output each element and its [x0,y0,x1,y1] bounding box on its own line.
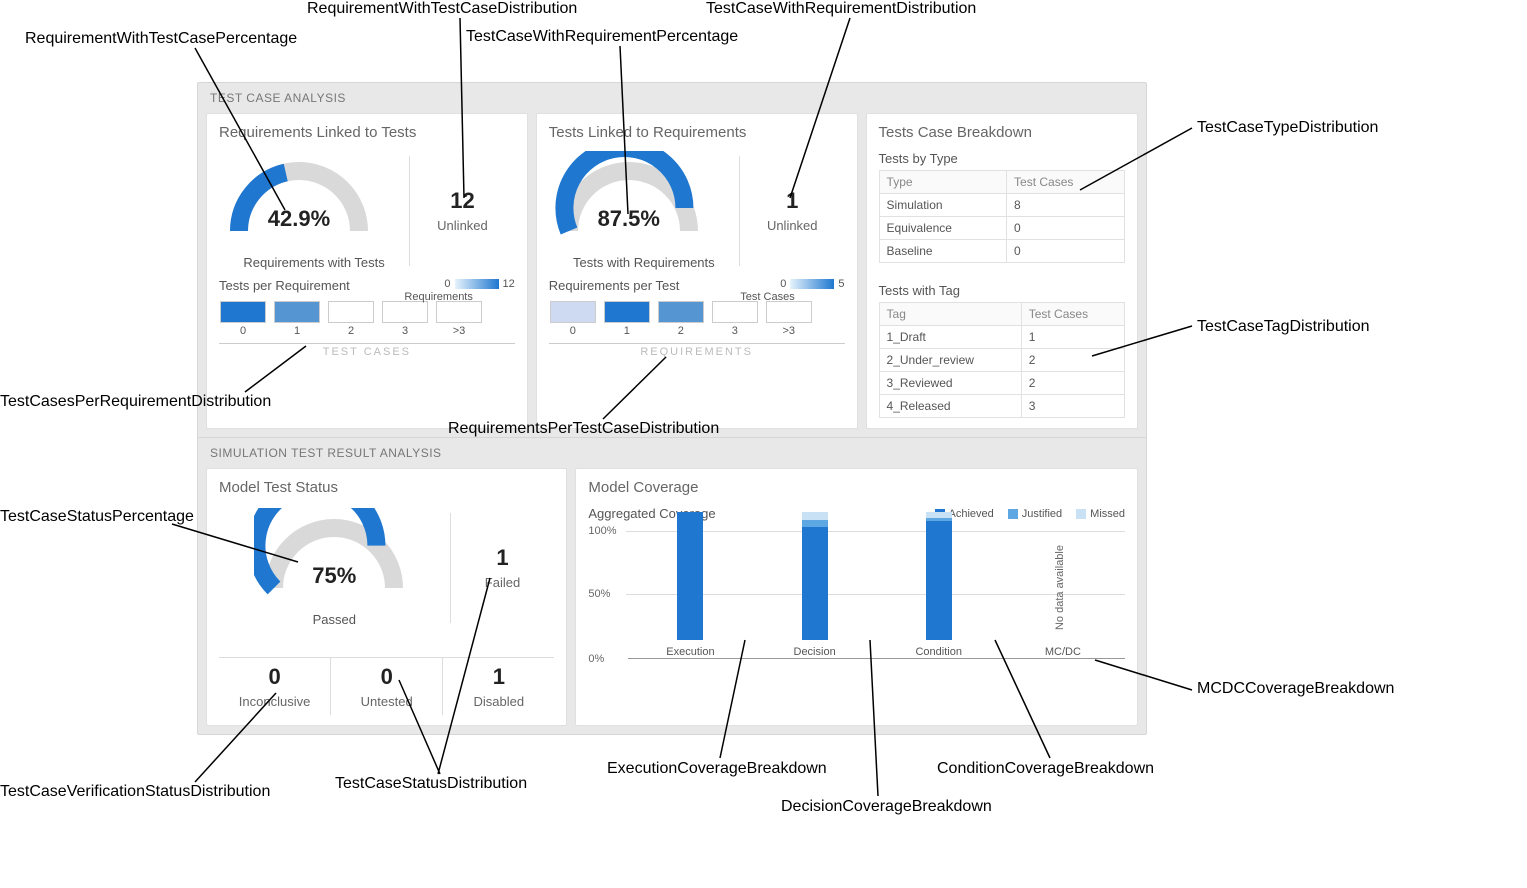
table-row: 4_Released3 [879,395,1124,418]
heat-cell: >3 [765,301,813,337]
card-model-test-status: Model Test Status 75% Passed 1 Failed [206,468,567,726]
heat-cell: 3 [381,301,429,337]
bar-col: Decision [780,512,850,658]
unlinked-label: Unlinked [410,218,515,233]
table-tests-by-type: TypeTest CasesSimulation8Equivalence0Bas… [879,170,1125,263]
heat-cell: 1 [603,301,651,337]
heat-legend-max: 5 [838,278,844,290]
heat-legend-min: 0 [444,278,450,290]
table-title-type: Tests by Type [879,151,1125,166]
heat-cell: 1 [273,301,321,337]
annotation: MCDCCoverageBreakdown [1197,680,1394,698]
heat-legend-max: 12 [503,278,515,290]
unlinked-count: 12 [410,188,515,214]
table-row: Equivalence0 [879,217,1124,240]
annotation: RequirementWithTestCasePercentage [25,30,297,48]
card-tests-linked: Tests Linked to Requirements 87.5% Tests… [536,113,858,429]
annotation: DecisionCoverageBreakdown [781,798,992,816]
table-row: 1_Draft1 [879,326,1124,349]
table-row: 3_Reviewed2 [879,372,1124,395]
status-distribution: 0Inconclusive0Untested1Disabled [219,657,554,715]
card-title: Model Test Status [219,479,554,496]
status-cell: 1Disabled [443,658,554,715]
unlinked-label: Unlinked [740,218,845,233]
ytick: 0% [588,653,604,665]
annotation: TestCaseStatusDistribution [335,775,527,793]
annotation: TestCaseWithRequirementPercentage [466,28,738,46]
heat-req-per-test: 0123>3 [549,301,845,337]
heat-legend-grad [455,279,499,289]
ytick: 100% [588,525,616,537]
panel-header-sim-results: SIMULATION TEST RESULT ANALYSIS [198,437,1146,468]
heat-title: Tests per Requirement [219,278,350,293]
heat-cell: 2 [327,301,375,337]
annotation: TestCaseTypeDistribution [1197,119,1378,137]
unlinked-count: 1 [740,188,845,214]
heat-title: Requirements per Test [549,278,680,293]
heat-axis: REQUIREMENTS [549,343,845,358]
ytick: 50% [588,588,610,600]
heat-cell: 2 [657,301,705,337]
gauge-label: Tests with Requirements [549,255,739,270]
heat-cell: 3 [711,301,759,337]
annotation: ConditionCoverageBreakdown [937,760,1154,778]
bar-col: Execution [655,512,725,658]
gauge-value: 75% [254,563,414,589]
bar-chart-coverage: 100% 50% 0% Execution Decision Condition… [588,521,1125,691]
failed-label: Failed [451,575,555,590]
annotation: TestCaseWithRequirementDistribution [706,0,976,18]
table-row: 2_Under_review2 [879,349,1124,372]
annotation: TestCaseVerificationStatusDistribution [0,783,270,801]
heat-tests-per-req: 0123>3 [219,301,515,337]
card-requirements-linked: Requirements Linked to Tests 42.9% Requi… [206,113,528,429]
gauge-value: 42.9% [219,206,379,232]
annotation: TestCaseStatusPercentage [0,508,194,526]
bar-col: Condition [904,512,974,658]
heat-cell: 0 [219,301,267,337]
panel-header-test-case-analysis: TEST CASE ANALYSIS [198,83,1146,113]
table-row: Simulation8 [879,194,1124,217]
gauge-passed: 75% [254,508,414,608]
card-title: Requirements Linked to Tests [219,124,515,141]
annotation: RequirementWithTestCaseDistribution [307,0,577,18]
card-model-coverage: Model Coverage Aggregated Coverage Achie… [575,468,1138,726]
status-cell: 0Untested [331,658,443,715]
annotation: ExecutionCoverageBreakdown [607,760,827,778]
heat-axis: TEST CASES [219,343,515,358]
card-title: Model Coverage [588,479,1125,496]
annotation: TestCaseTagDistribution [1197,318,1370,336]
gauge-label: Requirements with Tests [219,255,409,270]
heat-cell: 0 [549,301,597,337]
heat-cell: >3 [435,301,483,337]
card-title: Tests Linked to Requirements [549,124,845,141]
table-tests-by-tag: TagTest Cases1_Draft12_Under_review23_Re… [879,302,1125,418]
bar-col: No data available MC/DC [1028,512,1098,658]
heat-legend-label: Requirements [404,291,472,303]
table-title-tag: Tests with Tag [879,283,1125,298]
status-cell: 0Inconclusive [219,658,331,715]
heat-legend-label: Test Cases [740,291,794,303]
gauge-req-with-tests: 42.9% [219,151,379,251]
heat-legend-min: 0 [780,278,786,290]
heat-legend-grad [790,279,834,289]
card-title: Tests Case Breakdown [879,124,1125,141]
failed-count: 1 [451,545,555,571]
table-row: Baseline0 [879,240,1124,263]
gauge-label: Passed [219,612,450,627]
card-tests-breakdown: Tests Case Breakdown Tests by Type TypeT… [866,113,1138,429]
gauge-tests-with-req: 87.5% [549,151,709,251]
gauge-value: 87.5% [549,206,709,232]
